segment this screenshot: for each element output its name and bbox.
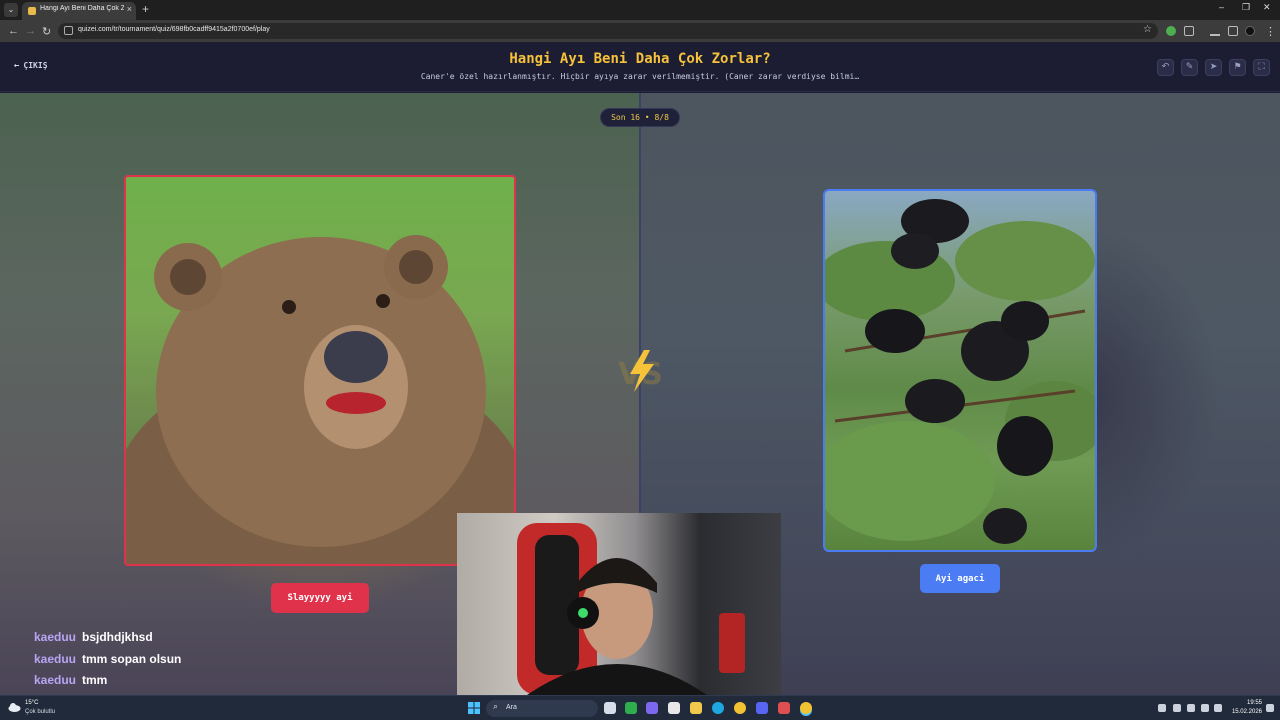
clock-time[interactable]: 19:55 <box>1222 700 1262 706</box>
tray-chevron-icon[interactable] <box>1158 704 1166 712</box>
streamer-person-icon <box>517 523 745 695</box>
favicon-icon <box>28 7 36 15</box>
app-green-icon[interactable] <box>625 702 637 714</box>
chat-username: kaeduu <box>34 673 77 687</box>
battery-icon[interactable] <box>1214 704 1222 712</box>
url-text: quizei.com/tr/tournament/quiz/698fb0cadf… <box>78 26 270 33</box>
tab-close-icon[interactable]: × <box>127 4 132 14</box>
chrome-icon[interactable] <box>734 702 746 714</box>
quiz-header: ← ÇIKIŞ Hangi Ayı Beni Daha Çok Zorlar? C… <box>0 42 1280 92</box>
tab-title: Hangi Ayı Beni Daha Çok Zorlar <box>40 5 124 12</box>
new-tab-icon[interactable]: + <box>142 2 149 16</box>
chat-text: tmm <box>82 673 108 687</box>
extension-icon[interactable] <box>1166 26 1176 36</box>
weather-description: Çok bulutlu <box>25 709 56 715</box>
round-indicator: Son 16 • 8/8 <box>600 108 680 127</box>
reload-icon[interactable]: ↻ <box>42 25 51 38</box>
quiz-subtitle: Caner'e özel hazırlanmıştır. Hiçbir ayıy… <box>420 72 860 81</box>
forward-arrow-icon[interactable]: → <box>25 25 36 37</box>
browser-menu-icon[interactable]: ⋮ <box>1265 25 1276 38</box>
left-choice-button[interactable]: Slayyyyy ayi <box>271 583 369 613</box>
task-view-icon[interactable] <box>604 702 616 714</box>
chat-username: kaeduu <box>34 651 77 666</box>
chat-overlay: kaeduu bsjdhdjkhsd kaeduu tmm sopan olsun … <box>34 630 181 695</box>
screen: ⌄ Hangi Ayı Beni Daha Çok Zorlar × + – ❐… <box>0 0 1280 720</box>
app-red-icon[interactable] <box>778 702 790 714</box>
extensions-puzzle-icon[interactable] <box>1184 26 1194 36</box>
sidebar-icon[interactable] <box>1228 26 1238 36</box>
quiz-title: Hangi Ayı Beni Daha Çok Zorlar? <box>509 51 771 67</box>
maximize-icon[interactable]: ❐ <box>1242 2 1250 13</box>
bookmark-star-icon[interactable]: ☆ <box>1143 24 1152 35</box>
windows-start-icon[interactable] <box>468 702 480 714</box>
streamer-webcam-overlay <box>457 513 781 695</box>
notification-icon[interactable] <box>1266 704 1274 712</box>
minimize-icon[interactable]: – <box>1219 2 1224 12</box>
weather-temperature: 15°C <box>25 700 39 706</box>
search-label: Ara <box>506 704 517 711</box>
chat-text: bsjdhdjkhsd <box>82 630 153 644</box>
undo-icon[interactable]: ↶ <box>1157 59 1174 76</box>
file-explorer-icon[interactable] <box>690 702 702 714</box>
browser-toolbar: ← → ↻ quizei.com/tr/tournament/quiz/698f… <box>0 20 1280 42</box>
teams-icon[interactable] <box>646 702 658 714</box>
network-icon[interactable] <box>1187 704 1195 712</box>
left-choice-card[interactable] <box>124 175 516 566</box>
volume-icon[interactable] <box>1201 704 1209 712</box>
chat-message: kaeduu bsjdhdjkhsd <box>34 630 181 652</box>
versus-lightning-icon: VS <box>618 350 663 392</box>
edit-icon[interactable]: ✎ <box>1181 59 1198 76</box>
profile-avatar-icon[interactable] <box>1245 26 1255 36</box>
grizzly-bear-photo-icon <box>126 235 514 564</box>
right-choice-button[interactable]: Ayi agaci <box>920 564 1000 593</box>
taskbar-search[interactable]: ⌕ Ara <box>486 700 598 717</box>
store-icon[interactable] <box>668 702 680 714</box>
tab-search-icon[interactable]: ⌄ <box>4 3 18 17</box>
microphone-icon[interactable] <box>1173 704 1181 712</box>
back-arrow-icon[interactable]: ← <box>8 25 19 37</box>
windows-taskbar: 15°C Çok bulutlu ⌕ Ara 19:55 15.02.2026 <box>0 695 1280 720</box>
clock-date[interactable]: 15.02.2026 <box>1222 709 1262 715</box>
share-icon[interactable]: ➤ <box>1205 59 1222 76</box>
window-close-icon[interactable]: ✕ <box>1263 2 1271 13</box>
edge-icon[interactable] <box>712 702 724 714</box>
chat-text: tmm sopan olsun <box>82 651 182 666</box>
chrome-active-icon[interactable] <box>800 702 812 714</box>
site-info-icon[interactable] <box>64 26 73 35</box>
chat-username: kaeduu <box>34 630 77 644</box>
chat-message: kaeduu tmm <box>34 673 181 695</box>
download-icon[interactable] <box>1210 26 1220 36</box>
right-choice-card[interactable] <box>823 189 1097 552</box>
search-icon: ⌕ <box>493 702 499 712</box>
report-flag-icon[interactable]: ⚑ <box>1229 59 1246 76</box>
fullscreen-icon[interactable]: ⛶ <box>1253 59 1270 76</box>
bears-in-tree-photo-icon <box>825 199 1095 544</box>
discord-icon[interactable] <box>756 702 768 714</box>
address-bar[interactable]: quizei.com/tr/tournament/quiz/698fb0cadf… <box>58 23 1158 39</box>
cloud-weather-icon[interactable] <box>8 702 21 712</box>
browser-tabbar: ⌄ Hangi Ayı Beni Daha Çok Zorlar × + – ❐… <box>0 0 1280 20</box>
chat-message: kaeduu tmm sopan olsun <box>34 652 181 674</box>
browser-tab[interactable]: Hangi Ayı Beni Daha Çok Zorlar × <box>22 2 136 20</box>
matchup-stage: Son 16 • 8/8 VS Slayyyyy ayi <box>0 93 1280 695</box>
